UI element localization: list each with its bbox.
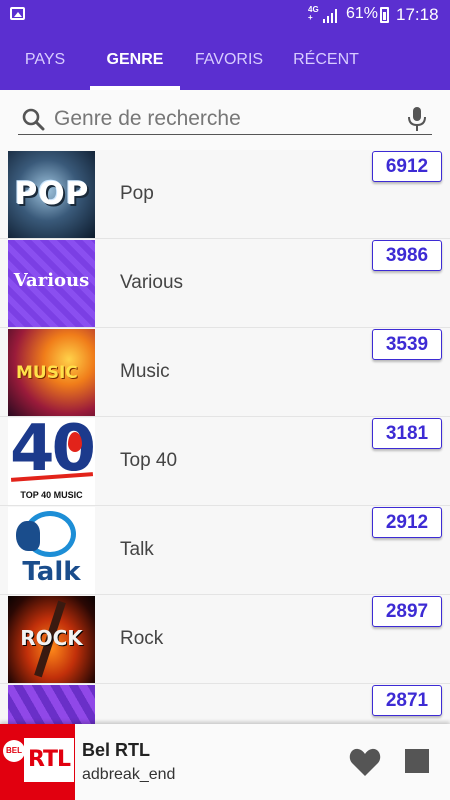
station-count-badge: 2897: [372, 596, 442, 627]
genre-row-music[interactable]: MUSIC Music 3539: [0, 328, 450, 417]
station-count-badge: 3181: [372, 418, 442, 449]
search-icon[interactable]: [21, 107, 45, 131]
tab-recent[interactable]: RÉCENT: [278, 30, 374, 90]
genre-thumbnail-pop: POP: [8, 151, 95, 238]
search-underline: [18, 134, 432, 135]
signal-icon: [323, 9, 337, 23]
genre-row-talk[interactable]: Talk Talk 2912: [0, 506, 450, 595]
genre-thumbnail-top40: 40 TOP 40 MUSIC: [8, 418, 95, 505]
genre-label: Music: [120, 361, 170, 382]
battery-percent: 61%: [346, 5, 379, 22]
genre-thumbnail: [8, 685, 95, 724]
genre-thumbnail-various: Various: [8, 240, 95, 327]
station-logo-text: RTL: [28, 747, 71, 772]
tab-genre[interactable]: GENRE: [90, 30, 180, 90]
genre-thumbnail-music: MUSIC: [8, 329, 95, 416]
station-count-badge: 3539: [372, 329, 442, 360]
genre-row-pop[interactable]: POP Pop 6912: [0, 150, 450, 239]
genre-row-various[interactable]: Various Various 3986: [0, 239, 450, 328]
genre-thumbnail-rock: ROCK: [8, 596, 95, 683]
clock: 17:18: [396, 5, 439, 24]
tab-pays[interactable]: PAYS: [0, 30, 90, 90]
battery-icon: [380, 7, 389, 23]
station-count-badge: 6912: [372, 151, 442, 182]
genre-label: Top 40: [120, 450, 178, 471]
station-logo: BEL RTL: [0, 724, 75, 800]
tab-bar: PAYS GENRE FAVORIS RÉCENT: [0, 30, 450, 90]
station-count-badge: 3986: [372, 240, 442, 271]
microphone-icon[interactable]: [406, 106, 428, 132]
search-input[interactable]: [54, 104, 394, 134]
stop-icon[interactable]: [405, 749, 429, 773]
network-type: 4G +: [308, 5, 319, 22]
genre-row-rock[interactable]: ROCK Rock 2897: [0, 595, 450, 684]
now-playing-status: adbreak_end: [82, 766, 176, 783]
genre-label: Talk: [120, 539, 154, 560]
genre-label: Pop: [120, 183, 154, 204]
heart-icon[interactable]: [349, 747, 381, 777]
genre-row-partial[interactable]: 2871: [0, 684, 450, 724]
station-logo-badge: BEL: [3, 740, 25, 762]
genre-label: Rock: [120, 628, 164, 649]
station-count-badge: 2912: [372, 507, 442, 538]
station-title: Bel RTL: [82, 740, 151, 760]
genre-list: POP Pop 6912 Various Various 3986 MUSIC …: [0, 150, 450, 724]
genre-row-top40[interactable]: 40 TOP 40 MUSIC Top 40 3181: [0, 417, 450, 506]
now-playing-bar[interactable]: BEL RTL Bel RTL adbreak_end: [0, 724, 450, 800]
status-bar: 4G + 61% 17:18: [0, 0, 450, 30]
genre-label: Various: [120, 272, 184, 293]
tab-favoris[interactable]: FAVORIS: [180, 30, 278, 90]
genre-thumbnail-talk: Talk: [8, 507, 95, 594]
station-count-badge: 2871: [372, 685, 442, 716]
image-notification-icon: [10, 7, 25, 20]
